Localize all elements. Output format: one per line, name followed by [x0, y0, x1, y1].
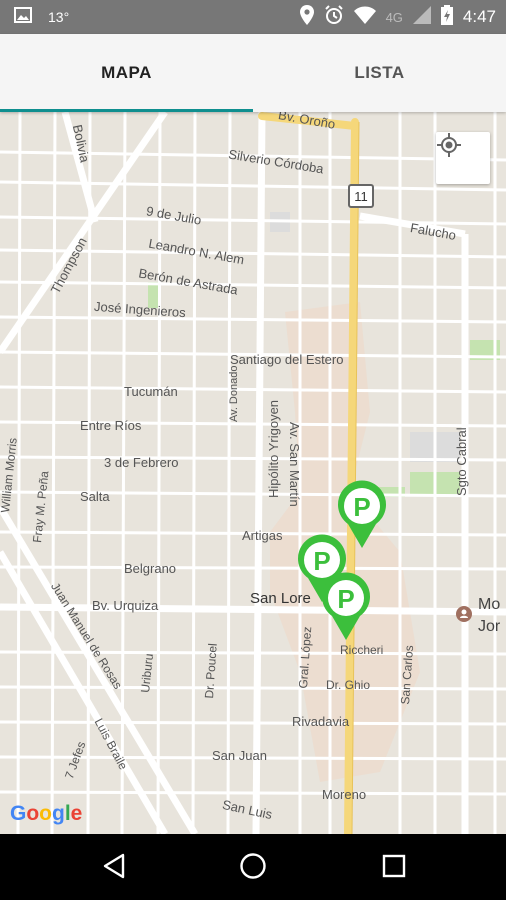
street-label: Tucumán — [124, 384, 178, 399]
street-label: 3 de Febrero — [104, 455, 179, 470]
svg-text:P: P — [337, 584, 354, 614]
street-label: Bv. Urquiza — [92, 598, 159, 613]
street-label: Moreno — [322, 787, 367, 802]
back-triangle-icon — [102, 853, 126, 884]
clock-text: 4:47 — [462, 7, 496, 26]
street-label: Av. San Martín — [287, 422, 302, 507]
street-label: Rivadavia — [292, 714, 350, 729]
navigation-bar — [0, 834, 506, 900]
back-button[interactable] — [92, 846, 136, 890]
svg-text:P: P — [353, 492, 370, 522]
route-shield: 11 — [348, 184, 374, 208]
status-bar: 13° 4G 4:47 — [0, 0, 506, 34]
temperature-text: 13° — [48, 9, 70, 25]
map-roads — [0, 112, 506, 834]
street-label: Salta — [80, 489, 110, 504]
street-label: Belgrano — [124, 561, 177, 576]
gallery-icon — [14, 6, 32, 28]
street-label: Santiago del Estero — [230, 352, 344, 367]
tab-mapa[interactable]: MAPA — [0, 34, 253, 112]
my-location-button[interactable] — [436, 132, 490, 184]
poi-label: Mo — [478, 596, 501, 613]
wifi-icon — [353, 6, 376, 29]
home-circle-icon — [239, 852, 267, 885]
street-label: Artigas — [242, 528, 283, 543]
recents-square-icon — [382, 854, 406, 883]
recents-button[interactable] — [372, 846, 416, 890]
street-label: Hipólito Yrigoyen — [266, 399, 281, 498]
street-label: Riccheri — [340, 643, 384, 657]
parking-marker[interactable]: P — [318, 572, 374, 642]
street-label: Av. Donado — [228, 365, 240, 422]
home-button[interactable] — [231, 846, 275, 890]
location-icon — [299, 4, 314, 30]
signal-icon — [412, 5, 431, 29]
tab-indicator — [0, 109, 253, 112]
google-logo: Google — [10, 802, 83, 825]
poi-label: Jor — [478, 618, 501, 635]
battery-icon — [440, 4, 453, 30]
map-view[interactable]: 11 Bv. Oroño Silverio Córdoba Bolivia 9 … — [0, 112, 506, 834]
street-label: Sgto Cabral — [454, 427, 469, 496]
alarm-icon — [324, 4, 344, 30]
street-label: Entre Ríos — [80, 418, 142, 433]
tab-lista[interactable]: LISTA — [253, 34, 506, 112]
tab-bar: MAPA LISTA — [0, 34, 506, 112]
street-label: San Juan — [212, 748, 267, 763]
street-label: Dr. Ghio — [326, 678, 371, 692]
network-type-text: 4G — [385, 9, 403, 25]
